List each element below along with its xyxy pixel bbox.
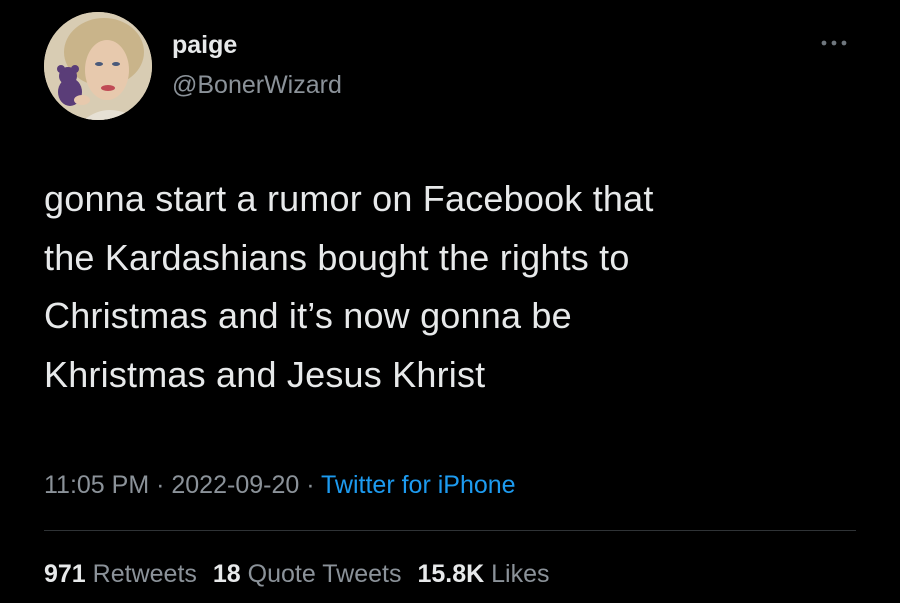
avatar-portrait-icon	[44, 12, 152, 120]
retweets-stat[interactable]: 971 Retweets	[44, 560, 197, 588]
meta-separator: ·	[149, 471, 172, 499]
more-horizontal-icon[interactable]	[817, 36, 851, 50]
quote-tweets-count: 18	[212, 560, 241, 588]
meta-separator: ·	[299, 471, 322, 499]
likes-count: 15.8K	[417, 560, 485, 588]
avatar[interactable]	[44, 12, 152, 120]
tweet-text: gonna start a rumor on Facebook that the…	[44, 170, 864, 404]
user-handle[interactable]: @BonerWizard	[172, 70, 342, 100]
tweet-text-line: Khristmas and Jesus Khrist	[44, 353, 486, 395]
tweet-text-line: gonna start a rumor on Facebook that	[44, 178, 654, 219]
tweet: paige @BonerWizard gonna start a rumor o…	[0, 0, 900, 603]
likes-stat[interactable]: 15.8K Likes	[417, 560, 549, 588]
display-name[interactable]: paige	[172, 30, 237, 60]
tweet-stats: 971 Retweets 18 Quote Tweets 15.8K Likes	[44, 558, 566, 590]
retweets-label: Retweets	[92, 560, 197, 588]
tweet-date[interactable]: 2022-09-20	[171, 471, 299, 499]
divider	[44, 530, 856, 531]
tweet-text-line: the Kardashians bought the rights to	[44, 236, 630, 278]
tweet-time[interactable]: 11:05 PM	[44, 471, 149, 499]
tweet-source-link[interactable]: Twitter for iPhone	[321, 471, 516, 499]
quote-tweets-stat[interactable]: 18 Quote Tweets	[213, 560, 402, 588]
likes-label: Likes	[491, 560, 550, 588]
tweet-text-line: Christmas and it’s now gonna be	[44, 295, 572, 336]
retweets-count: 971	[44, 560, 86, 588]
tweet-meta: 11:05 PM · 2022-09-20 · Twitter for iPho…	[44, 468, 516, 502]
quote-tweets-label: Quote Tweets	[247, 560, 402, 588]
